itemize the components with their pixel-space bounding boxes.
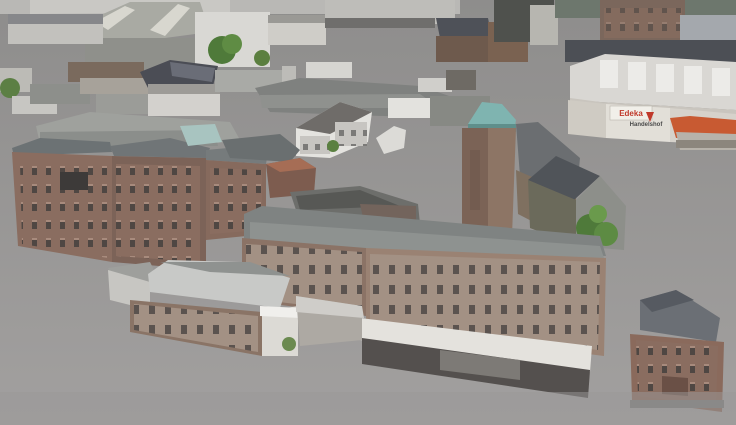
retail-warehouse[interactable]: Edeka Handelshof [568,54,736,150]
aerial-3d-map[interactable]: Edeka Handelshof [0,0,736,425]
storefront-sign-text: Edeka [619,109,643,118]
foreground-ground [0,392,736,425]
storefront-sub-text: Handelshof [630,122,664,128]
brick-tower[interactable] [462,102,516,238]
